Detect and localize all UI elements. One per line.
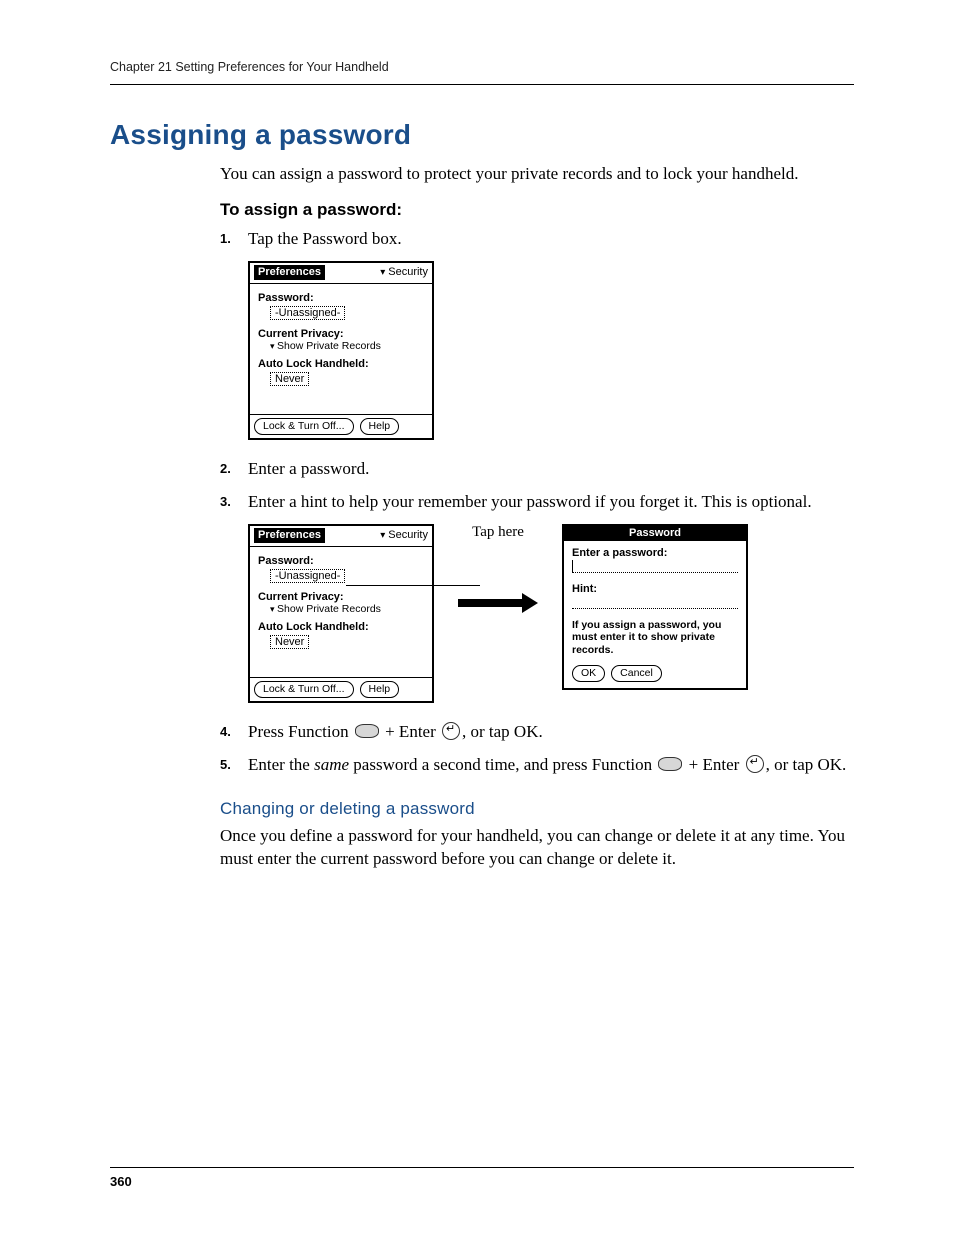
- palm-title: Preferences: [254, 265, 325, 280]
- step-text: Enter a password.: [248, 459, 369, 478]
- enter-key-icon: [442, 722, 460, 740]
- password-box[interactable]: -Unassigned-: [270, 569, 345, 583]
- step-text-part: Enter the: [248, 755, 314, 774]
- function-key-icon: [355, 724, 379, 738]
- lock-button[interactable]: Lock & Turn Off...: [254, 681, 354, 698]
- palm-category-dropdown[interactable]: Security: [380, 266, 428, 278]
- ok-button[interactable]: OK: [572, 665, 605, 682]
- autolock-label: Auto Lock Handheld:: [258, 621, 424, 633]
- password-box[interactable]: -Unassigned-: [270, 306, 345, 320]
- figure-row: Preferences Security Password: -Unassign…: [248, 524, 854, 703]
- password-label: Password:: [258, 555, 424, 567]
- step-text-part: + Enter: [381, 722, 440, 741]
- palm-titlebar: Preferences Security: [250, 263, 432, 284]
- step-text-part: Press Function: [248, 722, 353, 741]
- step-3: 3. Enter a hint to help your remember yo…: [220, 491, 854, 514]
- dialog-button-row: OK Cancel: [572, 665, 738, 682]
- function-key-icon: [658, 757, 682, 771]
- screenshot-preferences-1: Preferences Security Password: -Unassign…: [248, 261, 434, 440]
- procedure-steps-cont: 2. Enter a password. 3. Enter a hint to …: [220, 458, 854, 514]
- privacy-label: Current Privacy:: [258, 328, 424, 340]
- page: Chapter 21 Setting Preferences for Your …: [0, 0, 954, 1235]
- palm-titlebar: Preferences Security: [250, 526, 432, 547]
- palm-button-bar: Lock & Turn Off... Help: [250, 414, 432, 438]
- help-button[interactable]: Help: [360, 418, 400, 435]
- autolock-label: Auto Lock Handheld:: [258, 358, 424, 370]
- step-number: 2.: [220, 460, 231, 478]
- screenshot-preferences-2: Preferences Security Password: -Unassign…: [248, 524, 434, 703]
- palm-category-dropdown[interactable]: Security: [380, 529, 428, 541]
- procedure-steps: 1. Tap the Password box.: [220, 228, 854, 251]
- step-text-em: same: [314, 755, 349, 774]
- palm-body: Password: -Unassigned- Current Privacy: …: [250, 284, 432, 414]
- privacy-selector[interactable]: Show Private Records: [270, 340, 424, 352]
- step-2: 2. Enter a password.: [220, 458, 854, 481]
- screenshot-password-dialog: Password Enter a password: Hint: If you …: [562, 524, 748, 690]
- hint-input[interactable]: [572, 597, 738, 611]
- step-text: Tap the Password box.: [248, 229, 402, 248]
- help-button[interactable]: Help: [360, 681, 400, 698]
- palm-button-bar: Lock & Turn Off... Help: [250, 677, 432, 701]
- arrow-right-icon: [458, 596, 538, 610]
- palm-body: Password: -Unassigned- Current Privacy: …: [250, 547, 432, 677]
- enter-password-label: Enter a password:: [572, 547, 738, 559]
- dialog-note: If you assign a password, you must enter…: [572, 619, 738, 657]
- dialog-body: Enter a password: Hint: If you assign a …: [564, 541, 746, 688]
- password-input[interactable]: [572, 561, 738, 575]
- step-text-part: + Enter: [684, 755, 743, 774]
- figure-annotation: Tap here: [448, 524, 548, 610]
- subsection-title: Changing or deleting a password: [220, 799, 854, 819]
- step-text-part: , or tap OK.: [462, 722, 543, 741]
- step-number: 5.: [220, 756, 231, 774]
- step-number: 1.: [220, 230, 231, 248]
- privacy-label: Current Privacy:: [258, 591, 424, 603]
- running-head: Chapter 21 Setting Preferences for Your …: [110, 60, 854, 85]
- dialog-title: Password: [564, 526, 746, 541]
- enter-key-icon: [746, 755, 764, 773]
- tap-here-label: Tap here: [472, 524, 524, 541]
- palm-title: Preferences: [254, 528, 325, 543]
- privacy-selector[interactable]: Show Private Records: [270, 603, 424, 615]
- step-text-part: , or tap OK.: [766, 755, 847, 774]
- step-number: 4.: [220, 723, 231, 741]
- password-label: Password:: [258, 292, 424, 304]
- step-5: 5. Enter the same password a second time…: [220, 754, 854, 777]
- hint-label: Hint:: [572, 583, 738, 595]
- autolock-box[interactable]: Never: [270, 635, 309, 649]
- page-number: 360: [110, 1167, 854, 1189]
- callout-line: [346, 585, 480, 586]
- section-body: You can assign a password to protect you…: [220, 163, 854, 871]
- step-4: 4. Press Function + Enter , or tap OK.: [220, 721, 854, 744]
- subsection-body: Once you define a password for your hand…: [220, 825, 854, 871]
- lock-button[interactable]: Lock & Turn Off...: [254, 418, 354, 435]
- cancel-button[interactable]: Cancel: [611, 665, 662, 682]
- step-number: 3.: [220, 493, 231, 511]
- intro-paragraph: You can assign a password to protect you…: [220, 163, 854, 186]
- step-text: Enter a hint to help your remember your …: [248, 492, 812, 511]
- step-text-part: password a second time, and press Functi…: [349, 755, 656, 774]
- section-title: Assigning a password: [110, 119, 854, 151]
- procedure-title: To assign a password:: [220, 200, 854, 220]
- procedure-steps-cont2: 4. Press Function + Enter , or tap OK. 5…: [220, 721, 854, 777]
- autolock-box[interactable]: Never: [270, 372, 309, 386]
- step-1: 1. Tap the Password box.: [220, 228, 854, 251]
